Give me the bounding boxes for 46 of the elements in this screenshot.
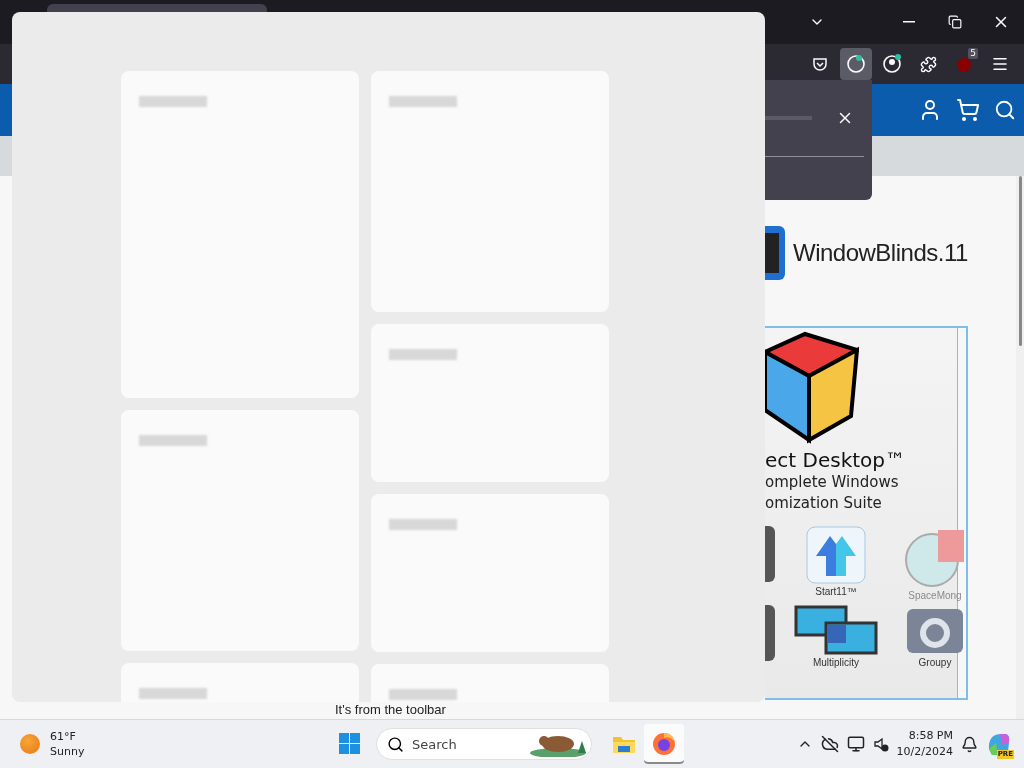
puzzle-icon <box>919 55 937 73</box>
start-app-icon <box>806 526 866 584</box>
menu-icon <box>991 55 1009 73</box>
logo-text: WindowBlinds.11 <box>793 239 968 267</box>
ublock-button[interactable]: 5 <box>948 48 980 80</box>
notifications-icon[interactable] <box>961 735 978 753</box>
temperature[interactable]: 61°F <box>50 729 85 744</box>
taskbar-app[interactable] <box>644 724 684 764</box>
circle-icon <box>846 54 866 74</box>
clock[interactable]: 8:58 PM 10/2/2024 <box>896 728 953 760</box>
browser-icon <box>652 732 676 756</box>
loading-placeholder <box>389 349 457 360</box>
loading-placeholder <box>139 435 207 446</box>
search-icon[interactable] <box>994 99 1016 121</box>
ad-subtitle: omization Suite <box>765 493 883 514</box>
speaker-muted-icon[interactable] <box>872 736 889 752</box>
restore-icon <box>948 15 962 29</box>
app-label: Groupy <box>918 657 952 668</box>
article-text: It's from the toolbar <box>335 702 447 719</box>
loading-placeholder <box>139 688 207 699</box>
loading-placeholder <box>389 96 457 107</box>
app-icon <box>765 526 777 582</box>
app-label: Multiplicity <box>812 657 860 668</box>
cart-icon[interactable] <box>956 98 980 122</box>
app-icon <box>765 605 777 661</box>
loading-placeholder <box>389 519 457 530</box>
count-badge: 5 <box>968 48 978 59</box>
loading-placeholder <box>389 689 457 700</box>
pocket-icon <box>812 56 828 72</box>
extension-button[interactable] <box>840 48 872 80</box>
account-icon <box>882 54 902 74</box>
monitors-icon <box>794 605 878 655</box>
weather-condition[interactable]: Sunny <box>50 744 85 759</box>
cloud-off-icon[interactable] <box>820 735 839 753</box>
scrollbar-thumb[interactable] <box>1018 176 1022 346</box>
app-label: Start11™ <box>815 586 857 597</box>
search-icon <box>387 735 404 753</box>
search-field[interactable]: Search <box>376 728 592 760</box>
monitor-icon[interactable] <box>846 735 865 753</box>
logo-icon <box>765 225 787 281</box>
minimize-icon <box>903 21 915 23</box>
copilot-icon <box>986 731 1012 757</box>
loading-placeholder <box>139 96 207 107</box>
ad-subtitle: omplete Windows <box>765 472 900 493</box>
ad-title: ect Desktop™ <box>765 448 906 472</box>
windows-icon <box>339 733 361 755</box>
